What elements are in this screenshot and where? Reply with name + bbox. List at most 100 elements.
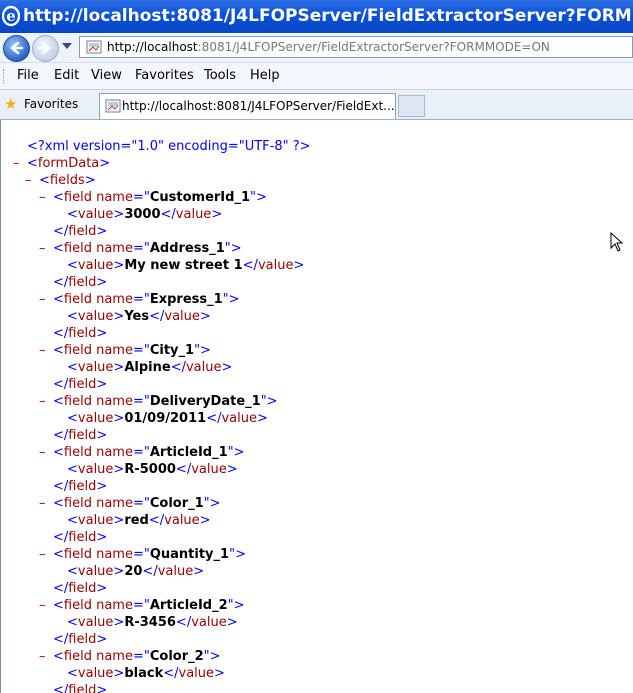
xml-tag-name: field: [63, 343, 92, 358]
xml-tag-name: value: [164, 513, 200, 528]
collapse-toggle[interactable]: –: [39, 546, 46, 563]
xml-field-name: City_1: [149, 343, 195, 358]
xml-bracket: ">: [203, 496, 221, 511]
xml-bracket: </: [53, 581, 69, 596]
xml-bracket: >: [193, 564, 205, 579]
svg-text:e: e: [6, 7, 16, 25]
menu-help[interactable]: Help: [250, 63, 280, 89]
collapse-toggle[interactable]: –: [39, 648, 46, 665]
collapse-toggle[interactable]: –: [39, 240, 46, 257]
xml-tag-name: field: [63, 445, 92, 460]
xml-bracket: </: [142, 564, 158, 579]
xml-bracket: <: [53, 241, 64, 256]
xml-tag-name: value: [178, 666, 215, 681]
xml-tag-name: value: [164, 309, 200, 324]
xml-bracket: ">: [224, 241, 242, 256]
collapse-toggle[interactable]: –: [39, 342, 46, 359]
window-title: http://localhost:8081/J4LFOPServer/Field…: [23, 6, 633, 26]
xml-bracket: >: [226, 462, 238, 477]
menu-view[interactable]: View: [91, 63, 122, 89]
back-button[interactable]: [3, 35, 30, 62]
collapse-toggle[interactable]: –: [39, 597, 46, 614]
xml-bracket: ">: [229, 547, 246, 562]
collapse-toggle[interactable]: –: [13, 155, 20, 172]
xml-tag-name: field: [68, 275, 97, 290]
menu-tools[interactable]: Tools: [204, 63, 236, 89]
xml-bracket: </: [242, 258, 258, 273]
tab-current[interactable]: http://localhost:8081/J4LFOPServer/Field…: [99, 93, 396, 119]
xml-field-name: CustomerId_1: [149, 190, 250, 205]
address-url-rest: :8081/J4LFOPServer/FieldExtractorServer?…: [197, 40, 550, 54]
xml-bracket: <: [53, 292, 64, 307]
xml-field-name: Color_2: [149, 649, 204, 664]
xml-bracket: =": [132, 241, 150, 256]
menu-edit[interactable]: Edit: [54, 63, 79, 89]
xml-bracket: =": [132, 343, 150, 358]
xml-attr-name: name: [91, 649, 133, 664]
xml-attr-name: name: [91, 343, 133, 358]
xml-field-name: Express_1: [149, 292, 223, 307]
xml-field-name: DeliveryDate_1: [149, 394, 261, 409]
xml-bracket: >: [214, 666, 225, 681]
xml-bracket: >: [113, 309, 125, 324]
xml-bracket: >: [293, 258, 305, 273]
xml-bracket: </: [163, 666, 179, 681]
xml-tag-name: value: [77, 564, 114, 579]
xml-tag-name: value: [77, 258, 114, 273]
page-icon: [105, 99, 121, 113]
xml-tag-name: value: [77, 513, 114, 528]
xml-bracket: >: [99, 156, 111, 171]
address-url: http://localhost:8081/J4LFOPServer/Field…: [107, 37, 550, 57]
xml-tag-name: value: [77, 411, 114, 426]
menu-file[interactable]: File: [17, 63, 39, 89]
collapse-toggle[interactable]: –: [25, 172, 32, 189]
xml-bracket: =": [132, 445, 150, 460]
xml-field-name: ArticleId_2: [149, 598, 228, 613]
new-tab-button[interactable]: [398, 95, 425, 117]
xml-tag-name: field: [68, 377, 97, 392]
xml-bracket: >: [96, 377, 108, 392]
xml-bracket: <: [53, 445, 64, 460]
xml-field-value: Alpine: [124, 360, 171, 375]
xml-bracket: <: [39, 173, 50, 188]
xml-field-value: 20: [124, 564, 143, 579]
collapse-toggle[interactable]: –: [39, 393, 46, 410]
page-icon: [86, 40, 102, 54]
xml-bracket: >: [113, 666, 125, 681]
collapse-toggle[interactable]: –: [39, 189, 46, 206]
xml-bracket: <: [53, 598, 64, 613]
xml-bracket: <: [67, 615, 78, 630]
collapse-toggle[interactable]: –: [39, 291, 46, 308]
collapse-toggle[interactable]: –: [39, 444, 46, 461]
xml-bracket: >: [96, 530, 108, 545]
favorites-bar: ★ Favorites http://localhost:8081/J4LFOP…: [0, 90, 633, 120]
xml-bracket: </: [53, 377, 69, 392]
xml-bracket: ">: [260, 394, 278, 409]
xml-attr-name: name: [91, 598, 133, 613]
xml-tag-name: field: [63, 598, 92, 613]
xml-bracket: >: [199, 513, 211, 528]
xml-bracket: >: [96, 683, 108, 693]
recent-pages-dropdown[interactable]: [62, 43, 72, 49]
xml-tag-name: value: [185, 360, 222, 375]
xml-tag-name: fields: [49, 173, 85, 188]
xml-field-name: Address_1: [149, 241, 225, 256]
forward-button[interactable]: [32, 35, 59, 62]
arrow-left-icon: [10, 41, 24, 55]
xml-tag-name: field: [63, 292, 92, 307]
xml-bracket: </: [53, 428, 69, 443]
xml-bracket: >: [84, 173, 96, 188]
collapse-toggle[interactable]: –: [39, 495, 46, 512]
menu-favorites[interactable]: Favorites: [135, 63, 194, 89]
xml-bracket: <: [53, 649, 64, 664]
xml-bracket: >: [96, 326, 108, 341]
xml-tag-name: field: [63, 190, 92, 205]
xml-bracket: <: [67, 309, 78, 324]
address-bar[interactable]: http://localhost:8081/J4LFOPServer/Field…: [79, 36, 633, 58]
window-title-bar[interactable]: e http://localhost:8081/J4LFOPServer/Fie…: [0, 0, 633, 33]
xml-bracket: </: [206, 411, 222, 426]
xml-tag-name: value: [77, 666, 114, 681]
tab-title: http://localhost:8081/J4LFOPServer/Field…: [122, 99, 395, 113]
xml-bracket: </: [53, 275, 69, 290]
xml-declaration: <?xml version="1.0" encoding="UTF-8" ?>: [27, 139, 311, 154]
